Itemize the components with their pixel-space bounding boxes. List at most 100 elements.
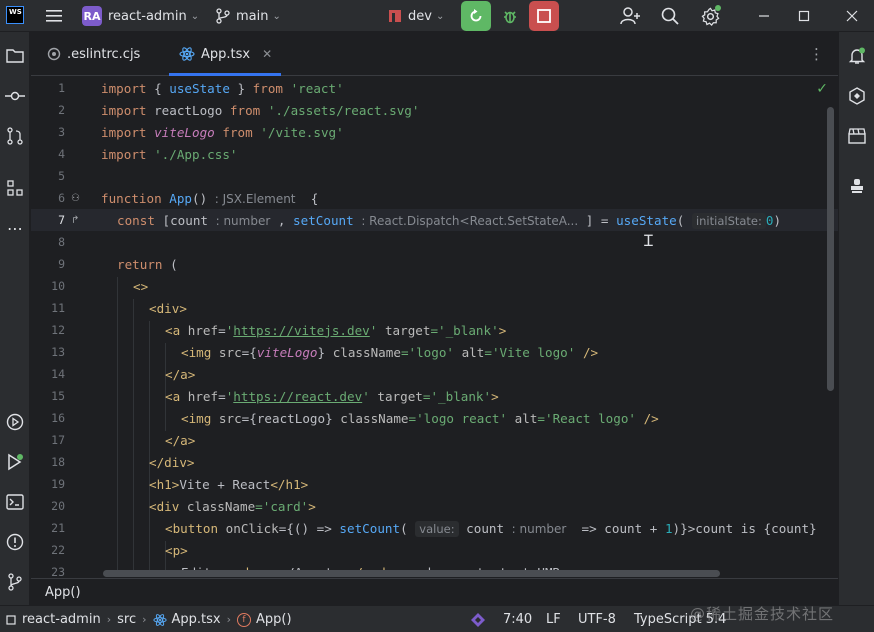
maximize-button[interactable] [784,0,824,32]
git-tool-button[interactable] [3,570,27,594]
clapperboard-icon [848,128,866,144]
vcs-change-icon[interactable]: ↱ [71,215,79,226]
navigation-bar: react-admin › src › App.tsx › f App() [6,606,292,632]
main-menu-button[interactable] [44,0,64,32]
line-number: 22 [51,543,65,557]
minimize-button[interactable] [744,0,784,32]
code-text: <div> [149,300,187,316]
settings-file-icon [47,47,61,61]
rerun-button[interactable] [461,1,491,31]
code-editor[interactable]: ✓ 1 import { useState } from 'react' 2 i… [31,77,838,577]
chevron-down-icon: ⌄ [190,10,200,22]
code-text: <a href='https://react.dev' target='_bla… [165,388,499,404]
database-button[interactable] [845,174,869,198]
tab-eslintrc[interactable]: .eslintrc.cjs [47,32,140,76]
ai-assistant-icon [849,87,865,105]
project-tool-button[interactable] [3,44,27,68]
close-tab-icon[interactable]: ✕ [262,47,272,61]
run-config-name: dev [408,8,432,24]
structure-tool-button[interactable] [3,176,27,200]
line-number: 2 [58,103,65,117]
editor-tab-bar: .eslintrc.cjs App.tsx ✕ ⋮ [31,32,838,76]
stamp-icon [851,179,863,193]
nav-folder[interactable]: src [117,612,136,627]
usages-icon[interactable]: ⚇ [71,193,80,204]
code-line: 2 import reactLogo from './assets/react.… [31,99,838,121]
run-tool-button[interactable] [3,450,27,474]
tab-options-icon[interactable]: ⋮ [809,45,824,63]
code-line: 4 import './App.css' [31,143,838,165]
code-line: 11 <div> [31,297,838,319]
right-tool-strip [838,32,874,606]
code-line: 22 <p> [31,539,838,561]
branch-selector[interactable]: main ⌄ [216,0,281,32]
search-button[interactable] [661,0,679,32]
chevron-right-icon: › [226,613,231,626]
learn-button[interactable] [845,124,869,148]
commit-tool-button[interactable] [3,84,27,108]
line-number: 3 [58,125,65,139]
code-line: 8 [31,231,838,253]
chevron-right-icon: › [142,613,147,626]
line-number: 23 [51,565,65,577]
folder-icon [6,49,24,63]
tab-label: .eslintrc.cjs [67,46,141,62]
active-tab-indicator [169,73,281,76]
line-number: 7 [58,213,65,227]
vertical-scrollbar[interactable] [827,107,834,391]
bell-icon [848,47,866,64]
problems-icon [6,533,24,551]
code-line: 15 <a href='https://react.dev' target='_… [31,385,838,407]
chevron-down-icon: ⌄ [435,10,445,22]
horizontal-scrollbar[interactable] [103,570,720,577]
notifications-button[interactable] [845,44,869,68]
stop-button[interactable] [529,1,559,31]
type-hint: : number [511,521,567,536]
line-number: 19 [51,477,65,491]
parameter-hint: value: [415,520,459,537]
maximize-icon [798,10,810,22]
line-ending[interactable]: LF [546,606,561,632]
code-text: <div className='card'> [149,498,316,514]
settings-button[interactable] [701,0,721,32]
line-number: 5 [58,169,65,183]
caret-position[interactable]: 7:40 [503,606,532,632]
ai-assistant-button[interactable] [845,84,869,108]
run-config-selector[interactable]: dev ⌄ [388,0,444,32]
pull-request-icon [7,127,23,145]
terminal-tool-button[interactable] [3,490,27,514]
nav-file[interactable]: App.tsx [172,612,221,627]
code-line: 9 return ( [31,253,838,275]
nav-symbol[interactable]: App() [256,612,292,627]
more-tools-icon[interactable]: ⋯ [3,216,27,240]
code-text: function App() : JSX.Element { [101,190,319,206]
line-number: 15 [51,389,65,403]
services-tool-button[interactable] [3,410,27,434]
breadcrumb-item[interactable]: App() [45,585,81,600]
react-icon [179,46,195,62]
nav-project[interactable]: react-admin [22,612,101,627]
type-hint: : React.Dispatch<React.SetStateA... [361,213,579,228]
code-line: 5 [31,165,838,187]
line-number: 4 [58,147,65,161]
debug-button[interactable] [495,1,525,31]
code-text: <p> [165,542,188,558]
webstorm-logo-icon[interactable]: WS [6,6,24,24]
problems-tool-button[interactable] [3,530,27,554]
code-line: 3 import viteLogo from '/vite.svg' [31,121,838,143]
code-line: 13 <img src={viteLogo} className='logo' … [31,341,838,363]
project-selector[interactable]: RA react-admin ⌄ [82,0,199,32]
add-user-button[interactable] [620,0,640,32]
line-number: 1 [58,81,65,95]
code-line: 20 <div className='card'> [31,495,838,517]
chevron-right-icon: › [106,613,112,626]
services-icon [6,413,24,431]
pull-requests-tool-button[interactable] [3,124,27,148]
return-type-hint: : JSX.Element [214,191,296,206]
ai-status-icon[interactable] [470,606,486,632]
file-encoding[interactable]: UTF-8 [578,606,616,632]
tab-app-tsx[interactable]: App.tsx ✕ [179,32,272,76]
line-number: 9 [58,257,65,271]
search-icon [661,7,679,25]
close-window-button[interactable] [832,0,872,32]
